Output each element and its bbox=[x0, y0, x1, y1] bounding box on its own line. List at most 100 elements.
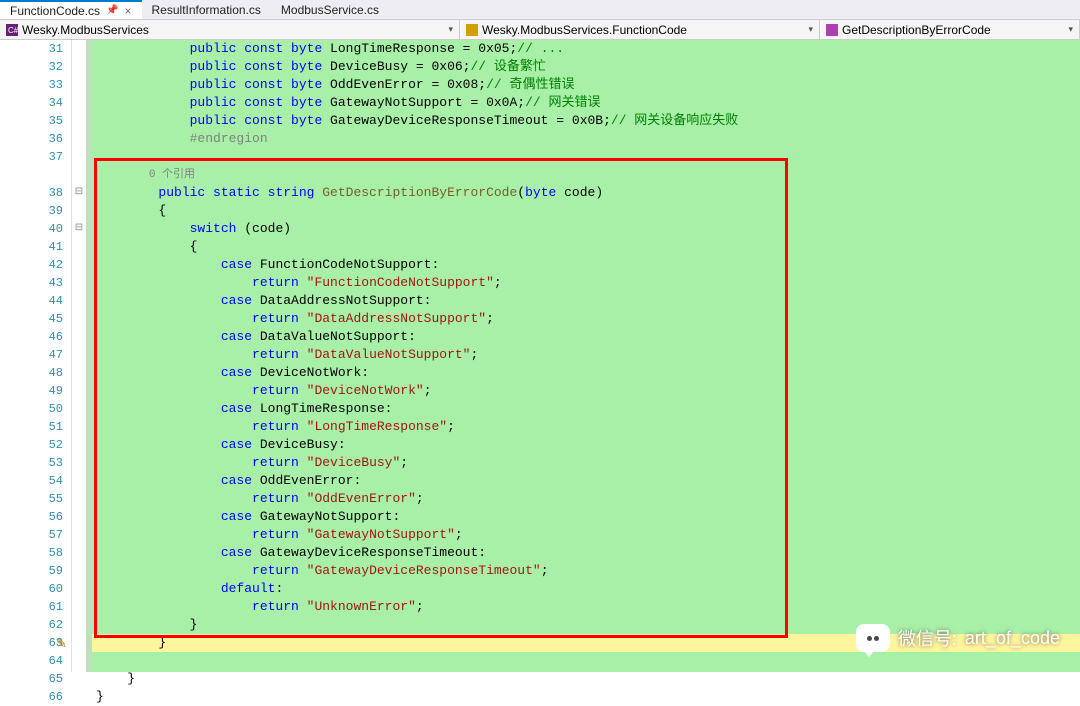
code-line[interactable]: case GatewayNotSupport: bbox=[92, 508, 1080, 526]
code-line[interactable]: case DataAddressNotSupport: bbox=[92, 292, 1080, 310]
wechat-icon bbox=[856, 624, 890, 652]
nav-member-label: GetDescriptionByErrorCode bbox=[842, 23, 991, 37]
watermark: 微信号: art_of_code bbox=[856, 624, 1060, 652]
code-line[interactable]: return "UnknownError"; bbox=[92, 598, 1080, 616]
line-number: 48 bbox=[0, 364, 63, 382]
fold-toggle bbox=[72, 202, 86, 220]
fold-toggle bbox=[72, 454, 86, 472]
code-line[interactable]: public const byte LongTimeResponse = 0x0… bbox=[92, 40, 1080, 58]
code-line[interactable]: case FunctionCodeNotSupport: bbox=[92, 256, 1080, 274]
code-line[interactable]: public const byte GatewayDeviceResponseT… bbox=[92, 112, 1080, 130]
fold-toggle bbox=[72, 76, 86, 94]
tab-label: ModbusService.cs bbox=[281, 3, 379, 17]
fold-toggle bbox=[72, 490, 86, 508]
fold-toggle bbox=[72, 94, 86, 112]
nav-project-dropdown[interactable]: C# Wesky.ModbusServices ▾ bbox=[0, 20, 460, 39]
code-line[interactable]: return "DataAddressNotSupport"; bbox=[92, 310, 1080, 328]
code-editor[interactable]: 3132333435363738394041424344454647484950… bbox=[0, 40, 1080, 672]
fold-toggle bbox=[72, 652, 86, 670]
code-line[interactable]: return "LongTimeResponse"; bbox=[92, 418, 1080, 436]
code-line[interactable]: return "GatewayDeviceResponseTimeout"; bbox=[92, 562, 1080, 580]
line-number: 58 bbox=[0, 544, 63, 562]
code-line[interactable]: case DeviceNotWork: bbox=[92, 364, 1080, 382]
fold-toggle bbox=[72, 40, 86, 58]
code-line[interactable]: return "DeviceNotWork"; bbox=[92, 382, 1080, 400]
line-number: 43 bbox=[0, 274, 63, 292]
line-number: 55 bbox=[0, 490, 63, 508]
fold-toggle bbox=[72, 310, 86, 328]
code-line[interactable] bbox=[92, 148, 1080, 166]
code-line[interactable]: return "DeviceBusy"; bbox=[92, 454, 1080, 472]
fold-toggle bbox=[72, 130, 86, 148]
code-surface[interactable]: public const byte LongTimeResponse = 0x0… bbox=[92, 40, 1080, 672]
code-line[interactable]: } bbox=[92, 688, 1080, 706]
fold-toggle bbox=[72, 670, 86, 688]
code-line[interactable]: case DataValueNotSupport: bbox=[92, 328, 1080, 346]
code-line[interactable]: public const byte GatewayNotSupport = 0x… bbox=[92, 94, 1080, 112]
code-line[interactable]: public static string GetDescriptionByErr… bbox=[92, 184, 1080, 202]
code-line[interactable]: public const byte DeviceBusy = 0x06;// 设… bbox=[92, 58, 1080, 76]
line-number: 64 bbox=[0, 652, 63, 670]
fold-toggle bbox=[72, 238, 86, 256]
pin-icon[interactable]: 📌 bbox=[106, 5, 118, 16]
code-line[interactable]: return "OddEvenError"; bbox=[92, 490, 1080, 508]
code-line[interactable]: { bbox=[92, 238, 1080, 256]
line-number: 56 bbox=[0, 508, 63, 526]
tab-functioncode[interactable]: FunctionCode.cs 📌 × bbox=[0, 0, 142, 19]
close-icon[interactable]: × bbox=[125, 4, 132, 18]
tab-resultinformation[interactable]: ResultInformation.cs bbox=[142, 0, 271, 19]
fold-toggle bbox=[72, 616, 86, 634]
line-number: 52 bbox=[0, 436, 63, 454]
line-number: 45 bbox=[0, 310, 63, 328]
fold-toggle bbox=[72, 526, 86, 544]
line-number: 61 bbox=[0, 598, 63, 616]
fold-toggle bbox=[72, 112, 86, 130]
tab-label: ResultInformation.cs bbox=[152, 3, 261, 17]
line-number: 53 bbox=[0, 454, 63, 472]
outline-margin[interactable]: ⊟⊟ bbox=[72, 40, 86, 672]
fold-toggle[interactable]: ⊟ bbox=[72, 220, 86, 238]
code-line[interactable]: case GatewayDeviceResponseTimeout: bbox=[92, 544, 1080, 562]
code-line[interactable]: case OddEvenError: bbox=[92, 472, 1080, 490]
class-icon bbox=[466, 24, 478, 36]
code-line[interactable]: { bbox=[92, 202, 1080, 220]
line-number: 39 bbox=[0, 202, 63, 220]
line-number: 33 bbox=[0, 76, 63, 94]
tab-modbusservice[interactable]: ModbusService.cs bbox=[271, 0, 389, 19]
line-number: 42 bbox=[0, 256, 63, 274]
csharp-project-icon: C# bbox=[6, 24, 18, 36]
chevron-down-icon: ▾ bbox=[1068, 24, 1073, 35]
line-number: 40 bbox=[0, 220, 63, 238]
fold-toggle[interactable]: ⊟ bbox=[72, 184, 86, 202]
code-line[interactable]: 0 个引用 bbox=[92, 166, 1080, 184]
code-line[interactable]: return "DataValueNotSupport"; bbox=[92, 346, 1080, 364]
fold-toggle bbox=[72, 598, 86, 616]
line-number-gutter: 3132333435363738394041424344454647484950… bbox=[0, 40, 72, 672]
nav-namespace-dropdown[interactable]: Wesky.ModbusServices.FunctionCode ▾ bbox=[460, 20, 820, 39]
fold-toggle bbox=[72, 472, 86, 490]
code-line[interactable]: public const byte OddEvenError = 0x08;//… bbox=[92, 76, 1080, 94]
line-number: 54 bbox=[0, 472, 63, 490]
nav-member-dropdown[interactable]: GetDescriptionByErrorCode ▾ bbox=[820, 20, 1080, 39]
fold-toggle bbox=[72, 382, 86, 400]
fold-toggle bbox=[72, 688, 86, 706]
code-line[interactable]: default: bbox=[92, 580, 1080, 598]
code-line[interactable]: case DeviceBusy: bbox=[92, 436, 1080, 454]
code-line[interactable]: case LongTimeResponse: bbox=[92, 400, 1080, 418]
code-line[interactable]: } bbox=[92, 670, 1080, 688]
line-number: 36 bbox=[0, 130, 63, 148]
code-line[interactable]: return "FunctionCodeNotSupport"; bbox=[92, 274, 1080, 292]
line-number: 59 bbox=[0, 562, 63, 580]
line-number: 62 bbox=[0, 616, 63, 634]
line-number: 66 bbox=[0, 688, 63, 706]
line-number: 38 bbox=[0, 184, 63, 202]
line-number: 49 bbox=[0, 382, 63, 400]
line-number: 44 bbox=[0, 292, 63, 310]
svg-text:C#: C# bbox=[8, 26, 18, 35]
code-line[interactable]: return "GatewayNotSupport"; bbox=[92, 526, 1080, 544]
line-number: 57 bbox=[0, 526, 63, 544]
code-line[interactable]: #endregion bbox=[92, 130, 1080, 148]
code-line[interactable] bbox=[92, 652, 1080, 670]
line-number bbox=[0, 166, 63, 184]
code-line[interactable]: switch (code) bbox=[92, 220, 1080, 238]
